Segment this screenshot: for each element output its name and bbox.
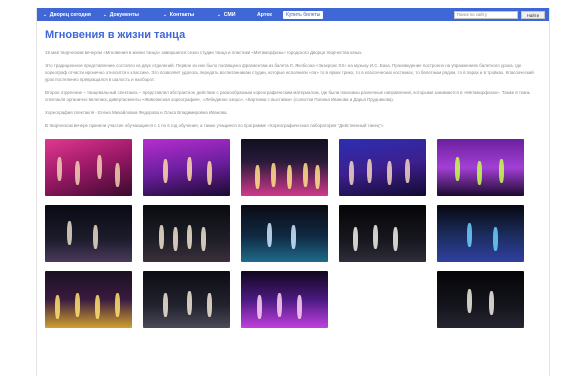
dancer-figure: [75, 161, 80, 185]
chevron-down-icon: ⌄: [43, 11, 47, 17]
gallery-photo[interactable]: [437, 271, 524, 328]
dancer-figure: [207, 293, 212, 317]
dancer-figure: [257, 295, 262, 319]
dancer-figure: [493, 227, 498, 251]
page-frame: ⌄ Дворец сегодня ⌄ Документы ⌄ Контакты …: [36, 8, 550, 376]
dancer-figure: [55, 295, 60, 319]
dancer-figure: [93, 225, 98, 249]
nav-item-dokumenty[interactable]: ⌄ Документы: [103, 12, 163, 18]
dancer-figure: [163, 293, 168, 317]
dancer-figure: [367, 159, 372, 183]
dancer-figure: [467, 223, 472, 247]
dancer-figure: [405, 159, 410, 183]
nav-item-label: Контакты: [169, 11, 195, 18]
dancer-figure: [349, 161, 354, 185]
dancer-figure: [57, 157, 62, 181]
dancer-figure: [115, 163, 120, 187]
dancer-figure: [315, 165, 320, 189]
dancer-figure: [387, 161, 392, 185]
dancer-figure: [115, 293, 120, 317]
top-navigation-bar: ⌄ Дворец сегодня ⌄ Документы ⌄ Контакты …: [37, 8, 549, 21]
nav-item-kontakty[interactable]: ⌄ Контакты: [163, 12, 217, 18]
gallery-photo[interactable]: [339, 205, 426, 262]
dancer-figure: [467, 289, 472, 313]
dancer-figure: [499, 159, 504, 183]
dancer-figure: [297, 295, 302, 319]
dancer-figure: [255, 165, 260, 189]
dancer-figure: [393, 227, 398, 251]
dancer-figure: [489, 291, 494, 315]
dancer-figure: [163, 159, 168, 183]
nav-item-artek[interactable]: Артек: [257, 12, 283, 18]
nav-item-dvorets-segodnya[interactable]: ⌄ Дворец сегодня: [43, 12, 103, 18]
chevron-down-icon: ⌄: [217, 11, 221, 17]
dancer-figure: [303, 163, 308, 187]
dancer-figure: [287, 165, 292, 189]
gallery-photo: [339, 271, 426, 328]
dancer-figure: [173, 227, 178, 251]
gallery-photo[interactable]: [143, 205, 230, 262]
gallery-photo[interactable]: [143, 271, 230, 328]
dancer-figure: [67, 221, 72, 245]
gallery-photo[interactable]: [45, 205, 132, 262]
dancer-figure: [207, 161, 212, 185]
article-paragraph: Второе отделение – танцевальный спектакл…: [45, 90, 531, 102]
article: Мгновения в жизни танца 19 мая творчески…: [37, 21, 549, 328]
gallery-photo[interactable]: [241, 205, 328, 262]
chevron-down-icon: ⌄: [163, 11, 167, 17]
article-paragraph: Это традиционное представление состояло …: [45, 63, 534, 82]
dancer-figure: [201, 227, 206, 251]
nav-item-label: СМИ: [223, 11, 236, 18]
gallery-photo[interactable]: [437, 205, 524, 262]
chevron-down-icon: ⌄: [103, 11, 107, 17]
gallery-photo[interactable]: [241, 139, 328, 196]
dancer-figure: [159, 225, 164, 249]
gallery-photo[interactable]: [45, 271, 132, 328]
gallery-photo[interactable]: [45, 139, 132, 196]
dancer-figure: [187, 291, 192, 315]
dancer-figure: [277, 293, 282, 317]
buy-tickets-button[interactable]: Купить билеты: [283, 10, 324, 19]
nav-item-label: Артек: [257, 11, 272, 18]
search-button[interactable]: Найти: [520, 10, 545, 19]
gallery-photo[interactable]: [437, 139, 524, 196]
photo-gallery: [45, 139, 541, 328]
dancer-figure: [291, 225, 296, 249]
dancer-figure: [455, 157, 460, 181]
page-title: Мгновения в жизни танца: [45, 29, 186, 41]
dancer-figure: [187, 225, 192, 249]
article-paragraph: В творческом вечере приняли участие обуч…: [45, 123, 385, 128]
dancer-figure: [187, 157, 192, 181]
gallery-photo[interactable]: [241, 271, 328, 328]
nav-item-smi[interactable]: ⌄ СМИ: [217, 12, 257, 18]
dancer-figure: [95, 295, 100, 319]
gallery-photo[interactable]: [339, 139, 426, 196]
gallery-photo[interactable]: [143, 139, 230, 196]
dancer-figure: [477, 161, 482, 185]
nav-item-label: Дворец сегодня: [49, 11, 91, 18]
main-nav: ⌄ Дворец сегодня ⌄ Документы ⌄ Контакты …: [43, 12, 283, 18]
article-paragraph: Хореография спектакля - Елена Михайловна…: [45, 110, 228, 115]
article-paragraph: 19 мая творческим вечером «Мгновения в ж…: [45, 50, 363, 55]
dancer-figure: [373, 225, 378, 249]
dancer-figure: [97, 155, 102, 179]
dancer-figure: [75, 293, 80, 317]
nav-item-label: Документы: [109, 11, 139, 18]
dancer-figure: [271, 163, 276, 187]
dancer-figure: [353, 227, 358, 251]
search-input[interactable]: [453, 10, 518, 19]
dancer-figure: [267, 223, 272, 247]
